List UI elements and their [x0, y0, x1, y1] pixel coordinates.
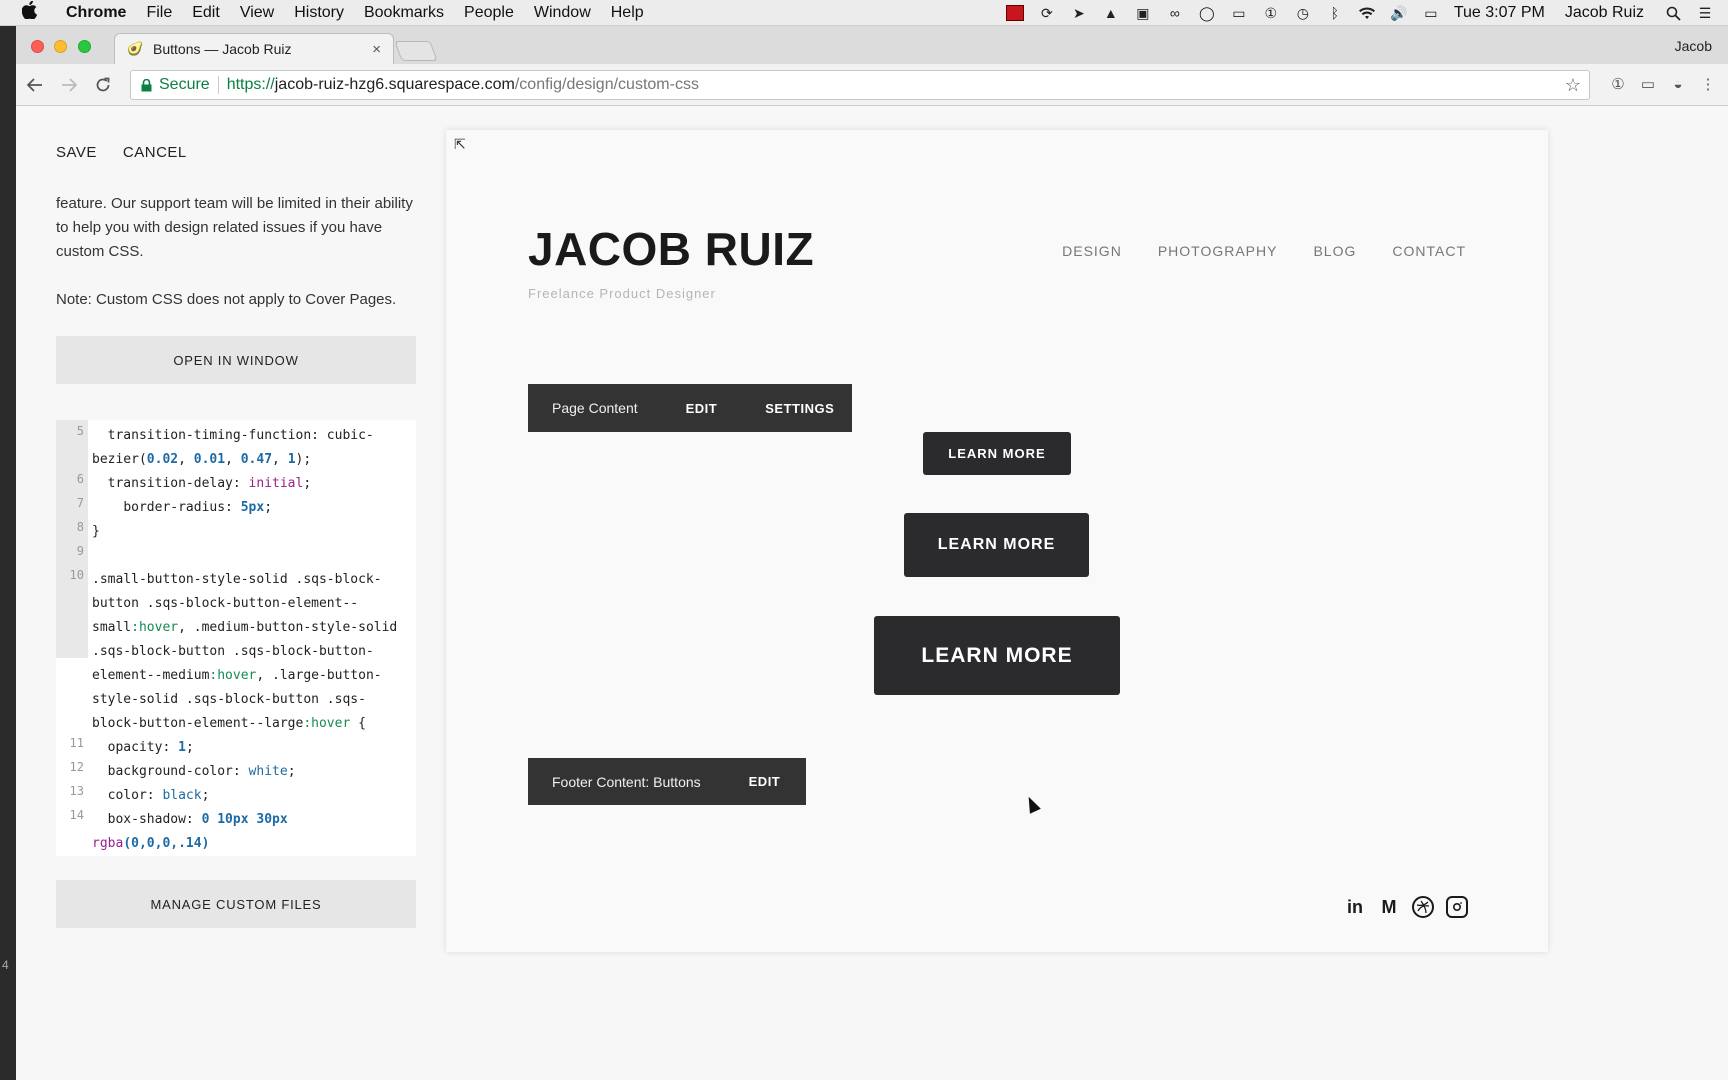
page-content-bar: Page Content EDIT SETTINGS — [528, 384, 852, 432]
secure-label: Secure — [159, 76, 210, 93]
time-machine-icon[interactable]: ◷ — [1294, 5, 1312, 21]
panel-actions: SAVE CANCEL — [56, 144, 213, 161]
new-tab-button[interactable] — [394, 41, 438, 61]
tab-close-icon[interactable]: × — [372, 41, 381, 58]
sync-icon[interactable]: ⟳ — [1038, 5, 1056, 21]
site-tagline: Freelance Product Designer — [528, 286, 716, 301]
notification-center-icon[interactable]: ☰ — [1696, 5, 1714, 21]
save-button[interactable]: SAVE — [56, 144, 97, 161]
window-maximize-button[interactable] — [78, 40, 91, 53]
footer-content-label: Footer Content: Buttons — [552, 773, 701, 790]
open-in-window-button[interactable]: OPEN IN WINDOW — [56, 336, 416, 384]
support-note: feature. Our support team will be limite… — [56, 195, 413, 260]
cast-extension-icon[interactable]: ▭ — [1638, 74, 1658, 94]
cover-pages-note: Note: Custom CSS does not apply to Cover… — [56, 291, 397, 308]
dribbble-icon[interactable] — [1412, 896, 1434, 918]
menu-people[interactable]: People — [464, 4, 514, 22]
apple-icon[interactable] — [21, 0, 48, 24]
site-preview: ⇱ JACOB RUIZ Freelance Product Designer … — [446, 130, 1548, 952]
send-icon[interactable]: ➤ — [1070, 5, 1088, 21]
footer-content-bar: Footer Content: Buttons EDIT — [528, 758, 806, 805]
volume-icon[interactable]: 🔊 — [1390, 5, 1408, 21]
omnibox-separator — [217, 76, 219, 94]
window-minimize-button[interactable] — [54, 40, 67, 53]
nav-contact[interactable]: CONTACT — [1392, 243, 1466, 259]
medium-icon[interactable]: M — [1378, 896, 1400, 918]
back-icon[interactable] — [20, 70, 50, 100]
menu-window[interactable]: Window — [534, 4, 591, 22]
nav-blog[interactable]: BLOG — [1313, 243, 1356, 259]
page-edit-button[interactable]: EDIT — [686, 401, 718, 416]
menu-bar: Chrome File Edit View History Bookmarks … — [0, 0, 1728, 26]
wifi-icon[interactable] — [1358, 5, 1376, 21]
help-text: feature. Our support team will be limite… — [56, 192, 426, 336]
page-content-label: Page Content — [552, 400, 638, 416]
browser-window: 🥑 Buttons — Jacob Ruiz × Jacob Secure ht… — [16, 26, 1728, 1080]
status-area: ⟳ ➤ ▲ ▣ ∞ ◯ ▭ ① ◷ ᛒ 🔊 ▭ Tue 3:07 PM Jaco… — [1005, 0, 1728, 26]
editor-gutter — [56, 420, 88, 658]
lock-icon — [141, 78, 153, 92]
learn-more-small-button[interactable]: LEARN MORE — [923, 432, 1071, 475]
window-close-button[interactable] — [31, 40, 44, 53]
menu-history[interactable]: History — [294, 4, 344, 22]
forward-icon[interactable] — [54, 70, 84, 100]
creative-cloud-icon[interactable]: ∞ — [1166, 5, 1184, 21]
custom-css-panel: SAVE CANCEL feature. Our support team wi… — [16, 106, 446, 1080]
spotlight-icon[interactable] — [1664, 5, 1682, 21]
page-settings-button[interactable]: SETTINGS — [765, 401, 834, 416]
site-title[interactable]: JACOB RUIZ — [528, 222, 814, 276]
drive-icon[interactable]: ▲ — [1102, 5, 1120, 21]
tab-strip: 🥑 Buttons — Jacob Ruiz × Jacob — [16, 26, 1728, 64]
linkedin-icon[interactable]: in — [1344, 896, 1366, 918]
star-icon[interactable]: ☆ — [1565, 75, 1581, 96]
menu-help[interactable]: Help — [611, 4, 644, 22]
menu-view[interactable]: View — [240, 4, 274, 22]
reload-icon[interactable] — [88, 70, 118, 100]
address-bar[interactable]: Secure https:// jacob-ruiz-hzg6.squaresp… — [130, 70, 1590, 100]
menu-file[interactable]: File — [146, 4, 172, 22]
social-links: in M — [1332, 896, 1468, 918]
url-path: /config/design/custom-css — [514, 76, 699, 93]
extension-icons: ① ▭ ◒ ⋮ — [1598, 74, 1718, 94]
clock[interactable]: Tue 3:07 PM — [1454, 4, 1545, 22]
bluetooth-icon[interactable]: ᛒ — [1326, 5, 1344, 21]
edge-number: 4 — [2, 958, 9, 972]
user-name[interactable]: Jacob Ruiz — [1565, 4, 1644, 22]
learn-more-medium-button[interactable]: LEARN MORE — [904, 513, 1089, 577]
tab-buttons[interactable]: 🥑 Buttons — Jacob Ruiz × — [114, 33, 394, 64]
password-icon[interactable]: ① — [1262, 5, 1280, 21]
display-icon[interactable]: ▭ — [1230, 5, 1248, 21]
tab-title: Buttons — Jacob Ruiz — [153, 41, 292, 57]
menu-chrome[interactable]: Chrome — [66, 4, 126, 22]
nav-photography[interactable]: PHOTOGRAPHY — [1158, 243, 1278, 259]
menu-edit[interactable]: Edit — [192, 4, 220, 22]
cup-extension-icon[interactable]: ◒ — [1668, 74, 1688, 94]
clipboard-icon[interactable]: ▣ — [1134, 5, 1152, 21]
url-scheme: https:// — [226, 76, 275, 93]
password-extension-icon[interactable]: ① — [1608, 74, 1628, 94]
css-code-editor[interactable]: 5 transition-timing-function: cubic-bezi… — [56, 420, 416, 856]
instagram-icon[interactable] — [1446, 896, 1468, 918]
recording-icon[interactable] — [1005, 5, 1024, 21]
collapse-icon[interactable]: ⇱ — [454, 136, 466, 153]
site-navigation: DESIGN PHOTOGRAPHY BLOG CONTACT — [1026, 243, 1466, 259]
nav-design[interactable]: DESIGN — [1062, 243, 1122, 259]
profile-button[interactable]: Jacob — [1675, 38, 1712, 54]
learn-more-large-button[interactable]: LEARN MORE — [874, 616, 1120, 695]
cancel-button[interactable]: CANCEL — [123, 144, 187, 161]
battery-icon[interactable]: ▭ — [1422, 5, 1440, 21]
avocado-favicon-icon: 🥑 — [127, 41, 144, 56]
circle-icon[interactable]: ◯ — [1198, 5, 1216, 21]
footer-edit-button[interactable]: EDIT — [749, 774, 781, 789]
browser-toolbar: Secure https:// jacob-ruiz-hzg6.squaresp… — [16, 64, 1728, 106]
url-host: jacob-ruiz-hzg6.squarespace.com — [274, 76, 515, 93]
menu-kebab-icon[interactable]: ⋮ — [1698, 74, 1718, 94]
manage-custom-files-button[interactable]: MANAGE CUSTOM FILES — [56, 880, 416, 928]
menu-bookmarks[interactable]: Bookmarks — [364, 4, 444, 22]
